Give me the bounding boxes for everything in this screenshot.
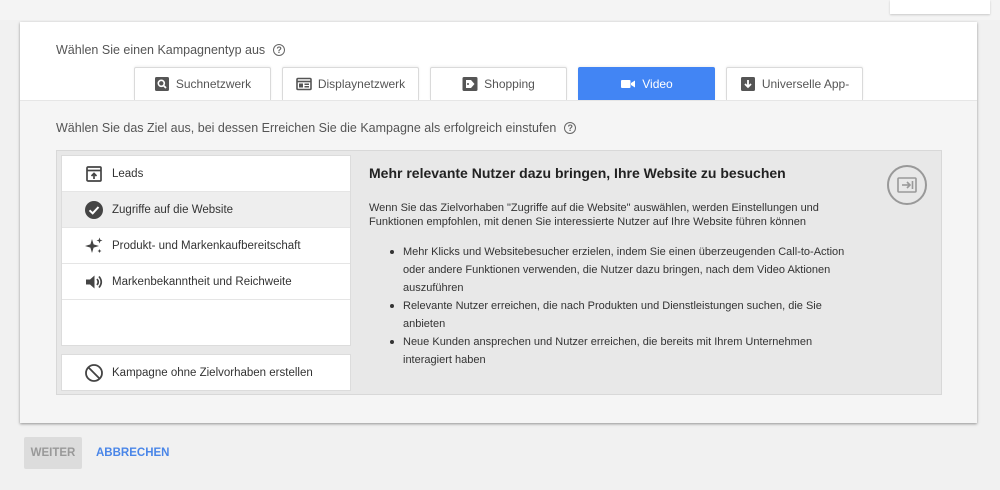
goal-item-label: Leads [112, 167, 144, 180]
tab-label: Universelle App- [761, 77, 850, 91]
tab-label: Displaynetzwerk [317, 77, 406, 91]
goal-header: Wählen Sie das Ziel aus, bei dessen Erre… [56, 121, 577, 135]
next-button[interactable]: WEITER [24, 437, 82, 469]
tab-universelle-app[interactable]: Universelle App- [726, 67, 863, 100]
sparkle-icon [84, 236, 104, 256]
tab-suchnetzwerk[interactable]: Suchnetzwerk [134, 67, 271, 100]
tab-shopping[interactable]: Shopping [430, 67, 567, 100]
top-strip [0, 0, 1000, 20]
website-enter-icon [887, 165, 927, 205]
goal-item-leads[interactable]: Leads [62, 156, 350, 192]
detail-title: Mehr relevante Nutzer dazu bringen, Ihre… [369, 165, 786, 181]
goal-detail: Mehr relevante Nutzer dazu bringen, Ihre… [369, 165, 859, 369]
campaign-card: Wählen Sie einen Kampagnentyp aus ? Such… [20, 22, 977, 423]
tab-label: Suchnetzwerk [175, 77, 252, 91]
goal-panel: Leads Zugriffe auf die Website Produkt- … [56, 150, 942, 395]
speaker-icon [84, 272, 104, 292]
help-icon[interactable]: ? [273, 44, 286, 56]
goal-item-website-traffic[interactable]: Zugriffe auf die Website [62, 192, 350, 228]
tab-video[interactable]: Video [578, 67, 715, 100]
top-strip-card [890, 0, 990, 14]
search-icon [154, 77, 170, 91]
list-item: Relevante Nutzer erreichen, die nach Pro… [390, 297, 859, 333]
no-goal-label: Kampagne ohne Zielvorhaben erstellen [112, 366, 313, 379]
list-item: Neue Kunden ansprechen und Nutzer erreic… [390, 333, 859, 369]
tag-icon [462, 77, 478, 91]
footer-actions: WEITER ABBRECHEN [24, 437, 169, 469]
goal-item-label: Markenbekanntheit und Reichweite [112, 275, 292, 288]
tab-displaynetzwerk[interactable]: Displaynetzwerk [282, 67, 419, 100]
goal-item-label: Zugriffe auf die Website [112, 203, 234, 216]
detail-bullets: Mehr Klicks und Websitebesucher erzielen… [369, 243, 859, 369]
tab-label: Video [642, 77, 673, 91]
goal-label: Wählen Sie das Ziel aus, bei dessen Erre… [56, 121, 557, 135]
campaign-type-header: Wählen Sie einen Kampagnentyp aus ? [56, 43, 286, 57]
campaign-type-tabs: Suchnetzwerk Displaynetzwerk Shopping Vi… [134, 67, 863, 100]
lead-form-icon [84, 164, 104, 184]
display-icon [296, 77, 312, 91]
video-camera-icon [620, 77, 636, 91]
check-circle-icon [84, 200, 104, 220]
goal-item-label: Produkt- und Markenkaufbereitschaft [112, 239, 301, 252]
app-download-icon [740, 77, 756, 91]
goal-list: Leads Zugriffe auf die Website Produkt- … [61, 155, 351, 346]
help-icon[interactable]: ? [564, 122, 577, 134]
goal-item-awareness[interactable]: Markenbekanntheit und Reichweite [62, 264, 350, 300]
tab-label: Shopping [484, 77, 535, 91]
cancel-button[interactable]: ABBRECHEN [96, 447, 169, 459]
campaign-type-label: Wählen Sie einen Kampagnentyp aus [56, 43, 266, 57]
goal-item-no-goal[interactable]: Kampagne ohne Zielvorhaben erstellen [61, 354, 351, 391]
detail-intro: Wenn Sie das Zielvorhaben "Zugriffe auf … [369, 202, 819, 228]
block-icon [84, 363, 104, 383]
goal-item-consideration[interactable]: Produkt- und Markenkaufbereitschaft [62, 228, 350, 264]
list-item: Mehr Klicks und Websitebesucher erzielen… [390, 243, 859, 297]
